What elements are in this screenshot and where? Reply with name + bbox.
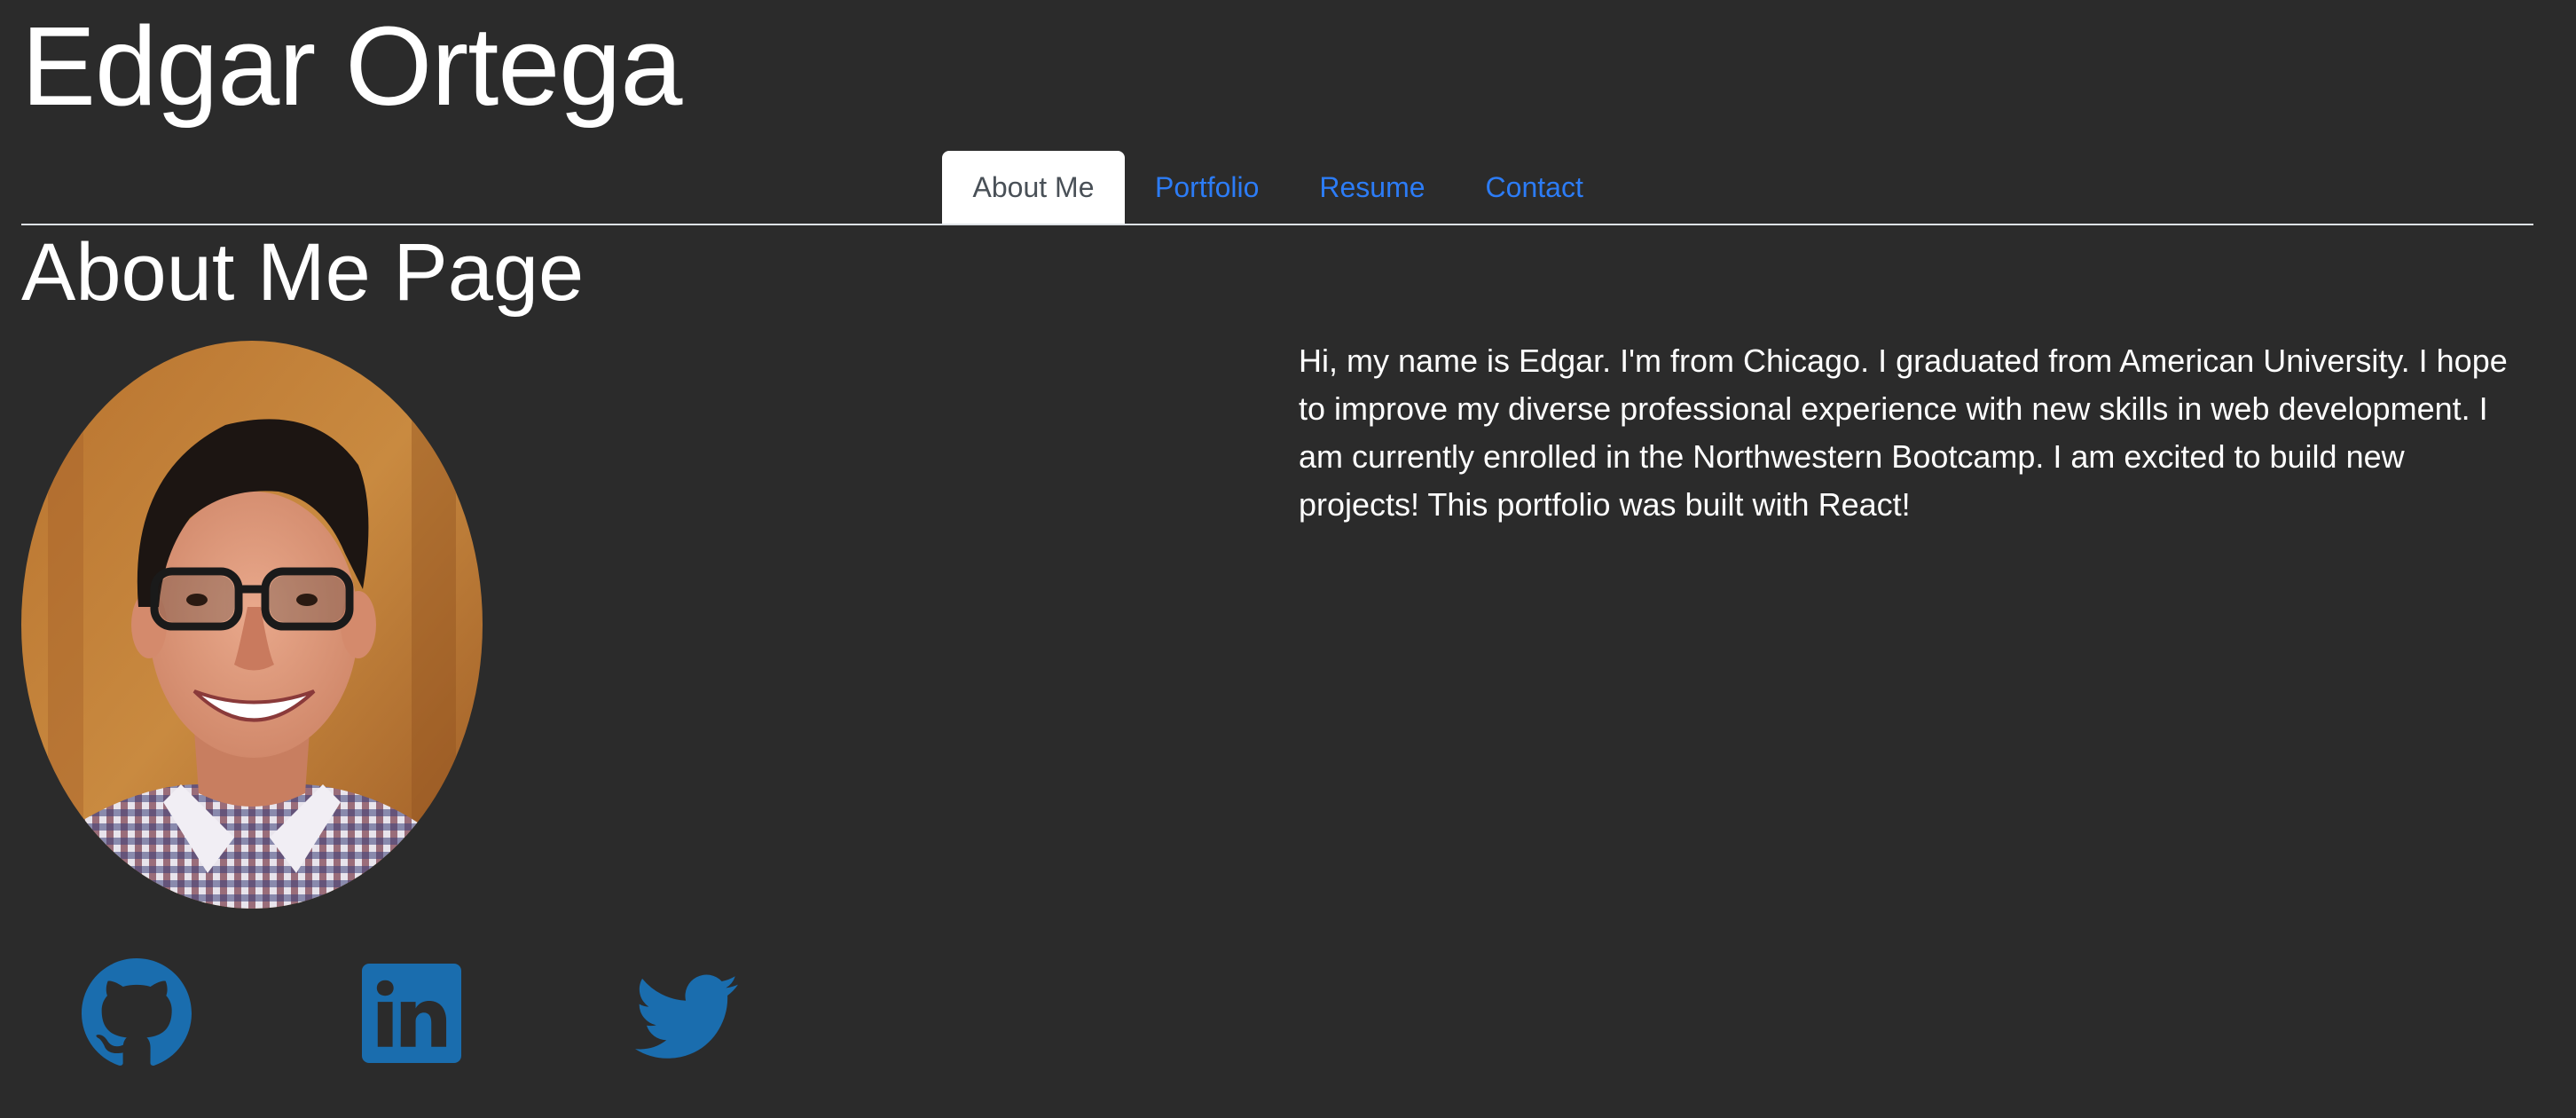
twitter-icon: [635, 974, 738, 1059]
tab-resume[interactable]: Resume: [1289, 151, 1455, 224]
github-link[interactable]: [82, 958, 192, 1068]
linkedin-link[interactable]: [362, 958, 461, 1068]
main-nav: About Me Portfolio Resume Contact: [21, 151, 2533, 225]
site-title: Edgar Ortega: [21, 4, 682, 129]
tab-contact[interactable]: Contact: [1456, 151, 1614, 224]
github-icon: [82, 958, 192, 1066]
tab-portfolio[interactable]: Portfolio: [1125, 151, 1289, 224]
tab-about-me[interactable]: About Me: [942, 151, 1125, 224]
nav-tabs: About Me Portfolio Resume Contact: [942, 151, 1614, 224]
bio-text: Hi, my name is Edgar. I'm from Chicago. …: [1299, 342, 2508, 523]
profile-photo: [21, 341, 483, 909]
twitter-link[interactable]: [635, 958, 738, 1068]
page-heading: About Me Page: [21, 227, 585, 318]
linkedin-icon: [362, 964, 461, 1063]
portrait-image: [21, 341, 483, 909]
